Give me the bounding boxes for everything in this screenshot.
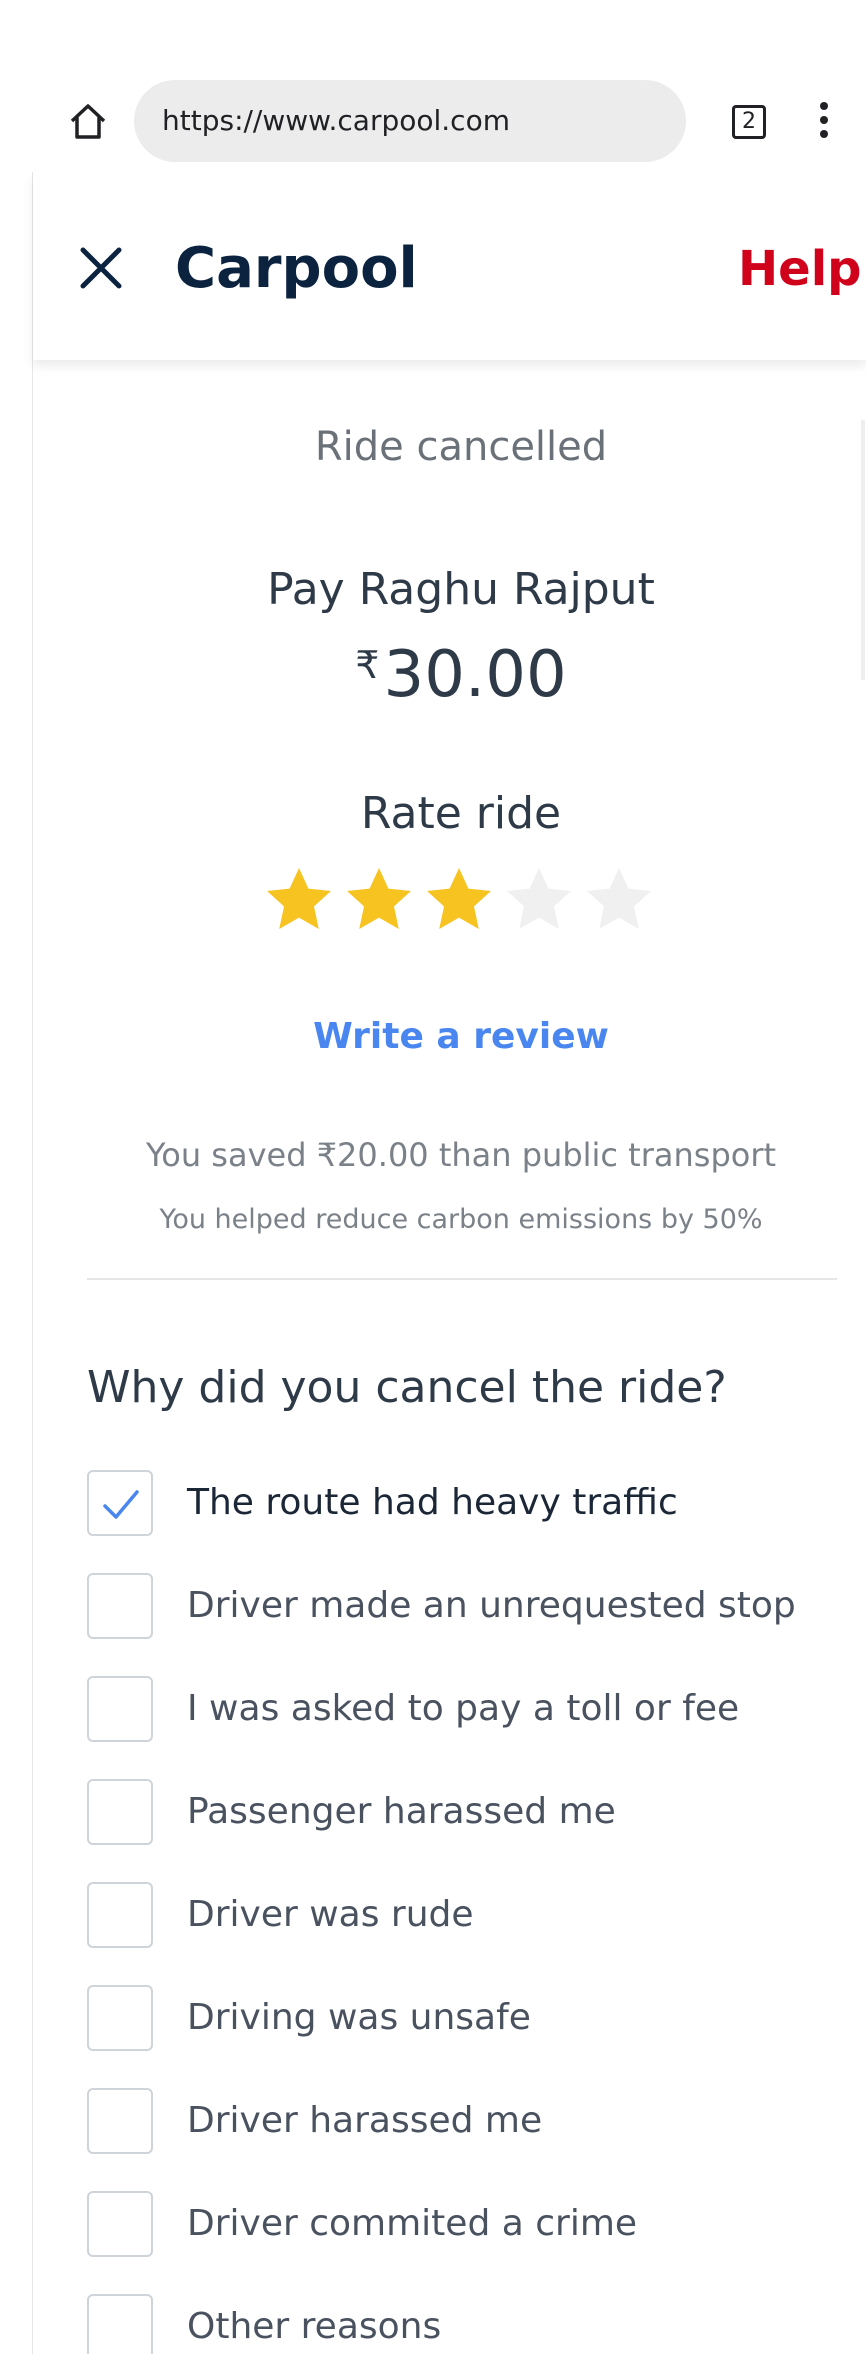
cancel-reason-option[interactable]: Driver made an unrequested stop xyxy=(87,1573,866,1645)
cancel-reason-label: Driving was unsafe xyxy=(187,1997,531,2038)
browser-toolbar: https://www.carpool.com 2 xyxy=(0,0,866,172)
ride-summary: Ride cancelled Pay Raghu Rajput ₹30.00 R… xyxy=(33,380,866,2354)
star-filled-icon[interactable] xyxy=(343,864,415,936)
star-rating[interactable] xyxy=(263,864,683,940)
cancel-reason-label: Passenger harassed me xyxy=(187,1791,616,1832)
currency-symbol: ₹ xyxy=(355,643,380,687)
home-icon[interactable] xyxy=(66,99,110,143)
star-filled-icon[interactable] xyxy=(263,864,335,936)
cancel-reason-label: Driver harassed me xyxy=(187,2100,543,2141)
checkbox[interactable] xyxy=(87,2294,153,2354)
address-bar[interactable]: https://www.carpool.com xyxy=(134,80,686,162)
page: https://www.carpool.com 2 Carpool Help R… xyxy=(0,0,866,2354)
cancel-reason-label: Driver commited a crime xyxy=(187,2203,638,2244)
help-link[interactable]: Help xyxy=(738,224,862,314)
star-empty-icon[interactable] xyxy=(503,864,575,936)
write-review-link[interactable]: Write a review xyxy=(33,1016,866,1057)
divider xyxy=(87,1278,837,1280)
checkbox[interactable] xyxy=(87,1676,153,1742)
checkbox[interactable] xyxy=(87,2191,153,2257)
app-title: Carpool xyxy=(175,236,418,301)
carbon-text: You helped reduce carbon emissions by 50… xyxy=(159,1204,763,1235)
app-header: Carpool Help xyxy=(33,172,866,360)
cancel-reason-option[interactable]: Driver was rude xyxy=(87,1882,866,1954)
checkbox[interactable] xyxy=(87,1573,153,1639)
cancel-reason-label: The route had heavy traffic xyxy=(187,1482,678,1523)
cancel-reason-label: Driver was rude xyxy=(187,1894,474,1935)
checkmark-icon xyxy=(103,1490,139,1519)
cancel-reason-option[interactable]: Driver commited a crime xyxy=(87,2191,866,2263)
close-icon[interactable] xyxy=(77,244,125,292)
rate-ride-label: Rate ride xyxy=(360,788,562,839)
cancel-reason-question: Why did you cancel the ride? xyxy=(87,1362,727,1413)
cancel-reason-option[interactable]: Other reasons xyxy=(87,2294,866,2354)
cancel-reason-option[interactable]: I was asked to pay a toll or fee xyxy=(87,1676,866,1748)
url-text: https://www.carpool.com xyxy=(162,104,510,137)
amount-value: 30.00 xyxy=(383,638,567,712)
checkbox[interactable] xyxy=(87,1882,153,1948)
checkbox[interactable] xyxy=(87,1779,153,1845)
tabs-icon[interactable]: 2 xyxy=(732,105,766,139)
star-filled-icon[interactable] xyxy=(423,864,495,936)
checkbox-checked[interactable] xyxy=(87,1470,153,1536)
fare-amount: ₹30.00 xyxy=(33,638,866,712)
checkbox[interactable] xyxy=(87,1985,153,2051)
ride-status: Ride cancelled xyxy=(314,424,608,470)
cancel-reason-option[interactable]: Driver harassed me xyxy=(87,2088,866,2160)
cancel-reason-option[interactable]: Driving was unsafe xyxy=(87,1985,866,2057)
cancel-reason-label: I was asked to pay a toll or fee xyxy=(187,1688,740,1729)
cancel-reason-option[interactable]: Passenger harassed me xyxy=(87,1779,866,1851)
cancel-reason-label: Driver made an unrequested stop xyxy=(187,1585,796,1626)
checkbox[interactable] xyxy=(87,2088,153,2154)
cancel-reason-option[interactable]: The route had heavy traffic xyxy=(87,1470,866,1542)
more-vert-icon[interactable] xyxy=(816,102,832,144)
star-empty-icon[interactable] xyxy=(583,864,655,936)
background-page-edge xyxy=(0,172,33,2354)
pay-label: Pay Raghu Rajput xyxy=(267,564,655,615)
savings-text: You saved ₹20.00 than public transport xyxy=(145,1136,777,1174)
cancel-reason-label: Other reasons xyxy=(187,2306,442,2347)
